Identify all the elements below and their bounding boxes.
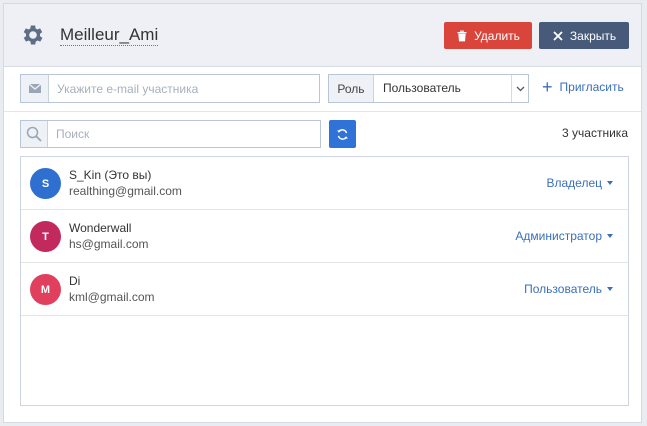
invite-button[interactable]: + Пригласить [542, 77, 624, 97]
avatar: S [30, 168, 61, 199]
member-role-label: Пользователь [524, 282, 602, 296]
member-row: T Wonderwall hs@gmail.com Администратор [21, 210, 628, 263]
refresh-icon [337, 128, 348, 140]
search-input[interactable] [48, 121, 318, 147]
trash-icon [457, 30, 467, 41]
avatar: M [30, 274, 61, 305]
chevron-down-icon[interactable] [511, 75, 528, 102]
member-email: realthing@gmail.com [69, 184, 182, 198]
dialog-header: Meilleur_Ami Удалить Закрыть [4, 4, 641, 67]
member-name: Di [69, 274, 81, 288]
member-name: S_Kin (Это вы) [69, 168, 152, 182]
caret-down-icon [607, 181, 613, 185]
delete-button-label: Удалить [474, 28, 520, 43]
avatar: T [30, 221, 61, 252]
member-count: 3 участника [562, 126, 628, 140]
refresh-button[interactable] [329, 120, 356, 148]
delete-button[interactable]: Удалить [444, 22, 532, 49]
member-list: S S_Kin (Это вы) realthing@gmail.com Вла… [20, 156, 629, 406]
member-role-dropdown[interactable]: Администратор [515, 229, 613, 243]
email-input[interactable] [49, 75, 317, 102]
role-select[interactable]: Роль Пользователь [328, 74, 529, 103]
member-role-dropdown[interactable]: Пользователь [524, 282, 613, 296]
close-icon [553, 30, 563, 41]
member-row: S S_Kin (Это вы) realthing@gmail.com Вла… [21, 157, 628, 210]
search-icon [21, 121, 48, 147]
divider [4, 111, 641, 112]
member-row: M Di kml@gmail.com Пользователь [21, 263, 628, 316]
group-title[interactable]: Meilleur_Ami [60, 25, 159, 46]
member-email: kml@gmail.com [69, 290, 155, 304]
member-role-label: Администратор [515, 229, 602, 243]
member-role-label: Владелец [546, 176, 602, 190]
close-button[interactable]: Закрыть [539, 22, 629, 49]
plus-icon: + [542, 77, 553, 97]
member-email: hs@gmail.com [69, 237, 149, 251]
group-settings-dialog: Meilleur_Ami Удалить Закрыть Роль Пользо… [3, 3, 642, 423]
invite-button-label: Пригласить [559, 80, 624, 94]
caret-down-icon [607, 234, 613, 238]
search-field[interactable] [20, 120, 321, 148]
close-button-label: Закрыть [569, 28, 617, 43]
member-name: Wonderwall [69, 221, 132, 235]
caret-down-icon [607, 287, 613, 291]
member-role-dropdown[interactable]: Владелец [546, 176, 613, 190]
email-field[interactable] [20, 74, 320, 103]
gear-icon[interactable] [20, 22, 46, 48]
envelope-icon [21, 75, 49, 102]
role-label: Роль [329, 75, 374, 102]
role-value[interactable]: Пользователь [383, 75, 461, 102]
